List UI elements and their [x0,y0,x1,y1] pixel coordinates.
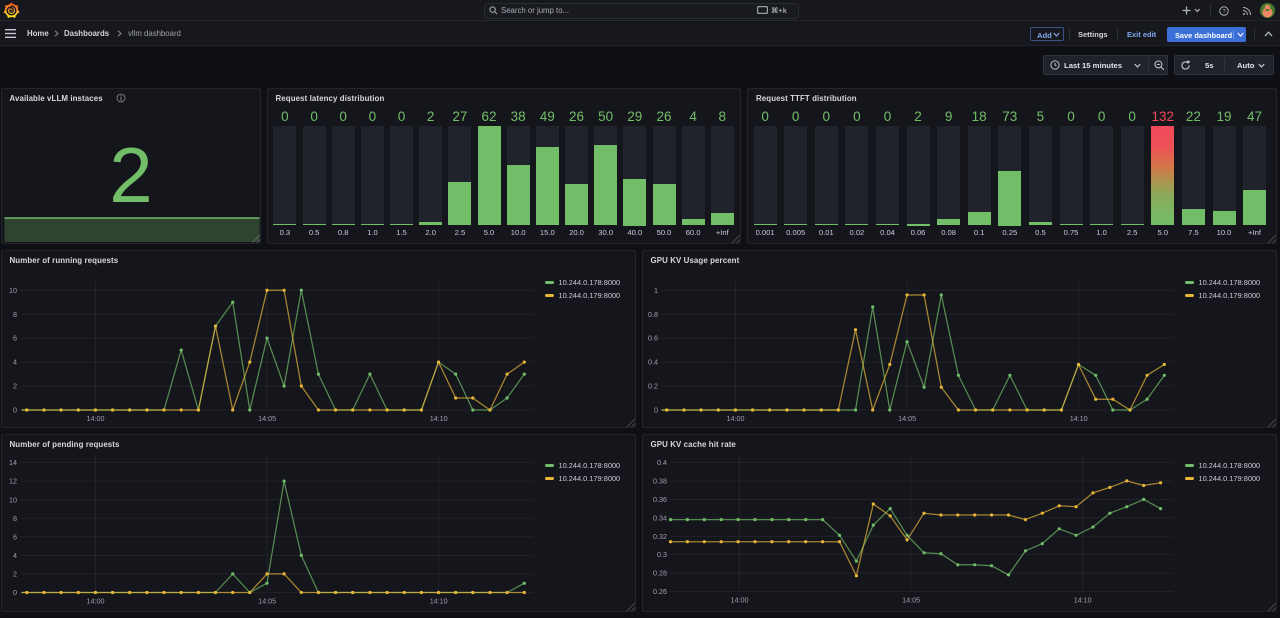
svg-text:0.6: 0.6 [648,334,658,343]
svg-text:0.4: 0.4 [648,358,658,367]
svg-text:12: 12 [9,477,17,486]
svg-text:14: 14 [9,458,17,467]
svg-text:10: 10 [9,286,17,295]
svg-text:14:10: 14:10 [1073,595,1091,604]
svg-text:14:10: 14:10 [429,596,447,605]
svg-text:0.36: 0.36 [653,495,667,504]
svg-text:0.8: 0.8 [648,310,658,319]
svg-text:14:00: 14:00 [726,414,744,423]
svg-text:0.38: 0.38 [653,477,667,486]
svg-text:0.26: 0.26 [653,587,667,596]
svg-text:4: 4 [13,551,17,560]
svg-text:14:05: 14:05 [258,414,276,423]
svg-text:1: 1 [654,286,658,295]
svg-text:0.4: 0.4 [657,458,667,467]
svg-text:14:00: 14:00 [730,595,748,604]
svg-text:14:05: 14:05 [258,596,276,605]
svg-text:2: 2 [13,570,17,579]
svg-text:4: 4 [13,358,17,367]
svg-text:0.32: 0.32 [653,532,667,541]
svg-text:14:05: 14:05 [902,595,920,604]
svg-text:0.28: 0.28 [653,569,667,578]
svg-text:14:00: 14:00 [86,596,104,605]
svg-text:2: 2 [109,131,152,219]
svg-text:0: 0 [13,406,17,415]
svg-text:10: 10 [9,495,17,504]
svg-text:6: 6 [13,532,17,541]
svg-text:0: 0 [13,588,17,597]
svg-text:0.34: 0.34 [653,513,667,522]
svg-text:8: 8 [13,310,17,319]
svg-text:14:05: 14:05 [898,414,916,423]
svg-text:0.3: 0.3 [657,550,667,559]
svg-text:2: 2 [13,382,17,391]
svg-text:6: 6 [13,334,17,343]
svg-text:0: 0 [654,406,658,415]
svg-text:14:00: 14:00 [86,414,104,423]
svg-text:?: ? [1222,9,1225,15]
svg-text:14:10: 14:10 [1069,414,1087,423]
svg-text:14:10: 14:10 [429,414,447,423]
svg-text:0.2: 0.2 [648,382,658,391]
svg-text:8: 8 [13,514,17,523]
